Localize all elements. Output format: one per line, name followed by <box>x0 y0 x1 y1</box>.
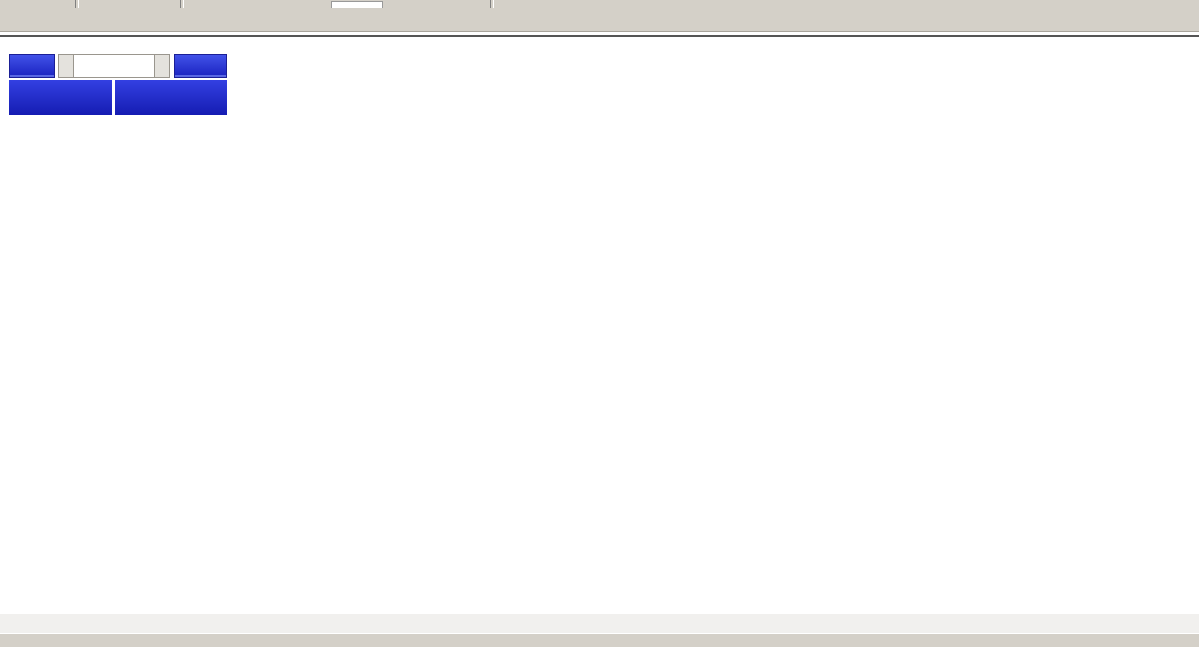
toolbar-separator <box>75 0 79 8</box>
volume-decrease-icon[interactable] <box>58 54 74 78</box>
chart-tab-bar <box>0 614 1199 633</box>
ask-price-panel[interactable] <box>115 80 227 115</box>
timeframe-toolbar <box>0 8 1199 32</box>
one-click-trade-panel <box>9 54 229 115</box>
bid-price-panel[interactable] <box>9 80 112 115</box>
toolbar-edge-strip <box>0 0 1199 9</box>
chart-title <box>8 41 19 55</box>
sell-button[interactable] <box>9 54 55 78</box>
toolbar-separator <box>180 0 184 8</box>
volume-stepper <box>58 54 170 78</box>
volume-input[interactable] <box>74 54 154 78</box>
status-strip <box>0 633 1199 647</box>
chart-window <box>0 35 1199 614</box>
trading-platform-window <box>0 0 1199 647</box>
buy-button[interactable] <box>174 54 227 78</box>
volume-increase-icon[interactable] <box>154 54 170 78</box>
toolbar-separator <box>490 0 494 8</box>
price-chart <box>0 37 1199 614</box>
